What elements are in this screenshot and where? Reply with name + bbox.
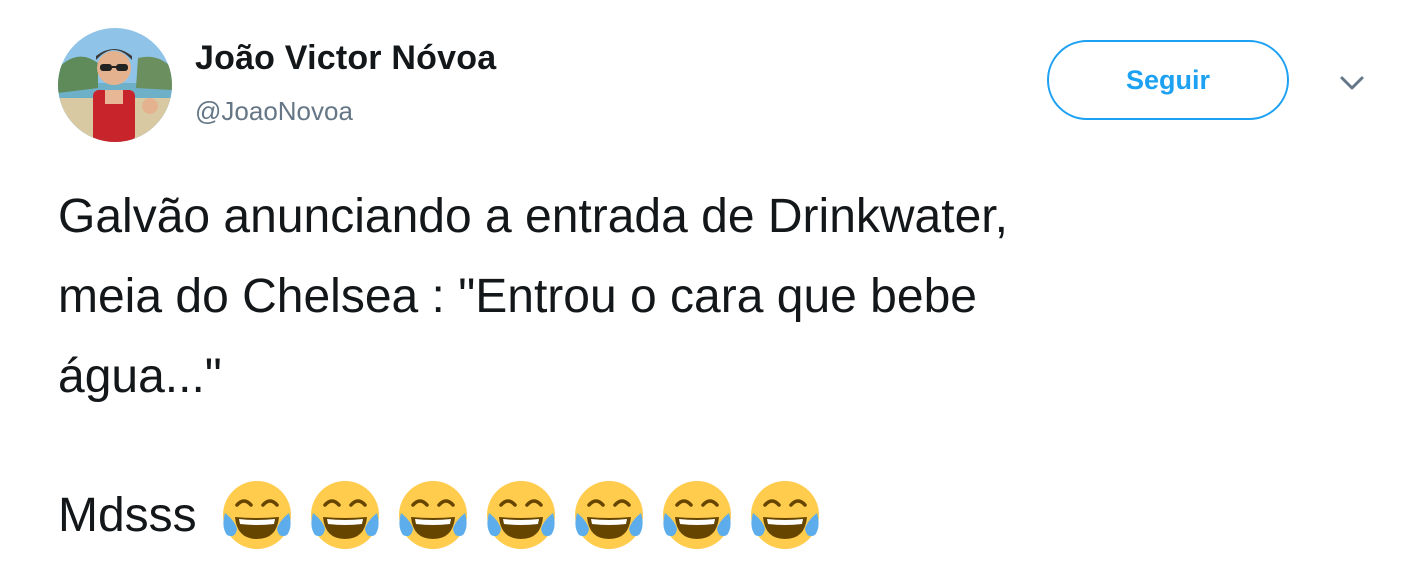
tears-of-joy-emoji-icon (393, 475, 473, 555)
emoji-row (217, 475, 833, 555)
tears-of-joy-emoji-icon (657, 475, 737, 555)
tweet-text: Galvão anunciando a entrada de Drinkwate… (58, 190, 1008, 403)
tears-of-joy-emoji-icon (217, 475, 297, 555)
tears-of-joy-emoji-icon (569, 475, 649, 555)
tweet-card: João Victor Nóvoa @JoaoNovoa Seguir Galv… (0, 0, 1409, 575)
tears-of-joy-emoji-icon (481, 475, 561, 555)
avatar-photo (58, 28, 172, 142)
tweet-closing-word: Mdsss (58, 488, 197, 542)
author-handle[interactable]: @JoaoNovoa (195, 96, 353, 127)
follow-button[interactable]: Seguir (1047, 40, 1289, 120)
tweet-emoji-line: Mdsss (58, 470, 833, 560)
author-name[interactable]: João Victor Nóvoa (195, 39, 496, 78)
tears-of-joy-emoji-icon (305, 475, 385, 555)
chevron-down-icon[interactable] (1334, 68, 1370, 98)
tears-of-joy-emoji-icon (745, 475, 825, 555)
avatar[interactable] (58, 28, 172, 142)
